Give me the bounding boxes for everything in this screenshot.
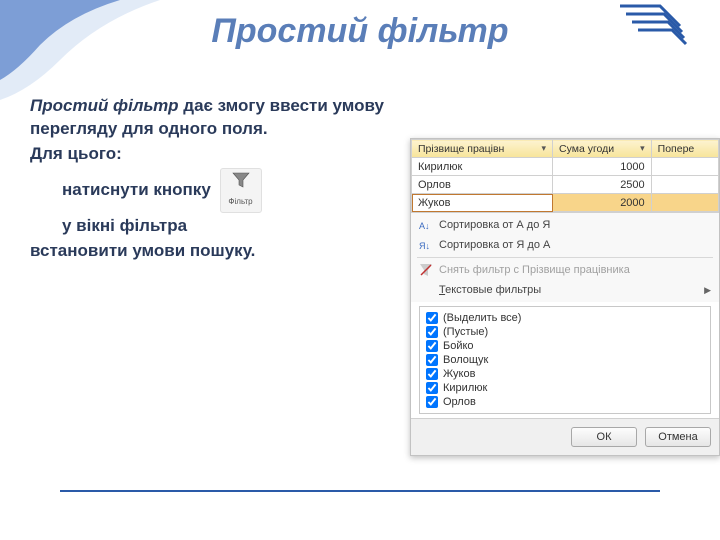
- submenu-arrow-icon: ▶: [704, 285, 711, 296]
- text-filters-label: екстовые фильтры: [445, 284, 541, 296]
- filter-button-label: Фільтр: [228, 197, 252, 206]
- table-row[interactable]: Кирилюк1000: [412, 158, 719, 176]
- svg-text:А↓: А↓: [419, 221, 430, 231]
- col-header-sum[interactable]: Сума угоди ▾: [553, 140, 652, 158]
- chevron-down-icon[interactable]: ▾: [640, 143, 645, 154]
- checkbox[interactable]: [426, 396, 438, 408]
- check-item[interactable]: Волощук: [426, 353, 704, 367]
- intro-emphasis: Простий фільтр: [30, 96, 179, 115]
- checkbox[interactable]: [426, 368, 438, 380]
- menu-separator: [417, 257, 713, 258]
- checkbox[interactable]: [426, 312, 438, 324]
- checkbox[interactable]: [426, 340, 438, 352]
- check-item[interactable]: (Пустые): [426, 325, 704, 339]
- dialog-buttons: ОК Отмена: [411, 418, 719, 455]
- check-item[interactable]: Кирилюк: [426, 381, 704, 395]
- table-row[interactable]: Жуков2000: [412, 194, 719, 212]
- col-header-prev[interactable]: Попере: [651, 140, 718, 158]
- sort-asc-icon: А↓: [419, 218, 433, 232]
- data-table: Прізвище працівн ▾ Сума угоди ▾ Попере К…: [411, 139, 719, 212]
- table-row[interactable]: Орлов2500: [412, 176, 719, 194]
- clear-filter-item: Снять фильтр с Прізвище працівника: [411, 260, 719, 280]
- chevron-down-icon[interactable]: ▾: [541, 143, 546, 154]
- sort-desc-item[interactable]: Я↓ Сортировка от Я до А: [411, 235, 719, 255]
- check-item[interactable]: Бойко: [426, 339, 704, 353]
- funnel-icon: [232, 172, 250, 188]
- slide-body: Простий фільтр дає змогу ввести умову пе…: [30, 95, 420, 265]
- filter-menu: А↓ Сортировка от А до Я Я↓ Сортировка от…: [411, 212, 719, 302]
- check-item[interactable]: Орлов: [426, 395, 704, 409]
- access-filter-panel: Прізвище працівн ▾ Сума угоди ▾ Попере К…: [410, 138, 720, 456]
- checkbox[interactable]: [426, 354, 438, 366]
- text-filters-item[interactable]: Текстовые фильтры ▶: [411, 280, 719, 300]
- footer-rule: [60, 490, 660, 492]
- filter-button[interactable]: Фільтр: [220, 168, 262, 213]
- step-window: у вікні фільтра: [30, 215, 420, 238]
- sort-asc-item[interactable]: А↓ Сортировка от А до Я: [411, 215, 719, 235]
- filter-values-list: (Выделить все) (Пустые) Бойко Волощук Жу…: [419, 306, 711, 414]
- step-press: натиснути кнопку: [62, 180, 211, 199]
- sort-desc-icon: Я↓: [419, 238, 433, 252]
- step-intro: Для цього:: [30, 143, 420, 166]
- svg-text:Я↓: Я↓: [419, 241, 430, 251]
- col-header-name[interactable]: Прізвище працівн ▾: [412, 140, 553, 158]
- ok-button[interactable]: ОК: [571, 427, 637, 447]
- check-item[interactable]: (Выделить все): [426, 311, 704, 325]
- checkbox[interactable]: [426, 382, 438, 394]
- step-conditions: встановити умови пошуку.: [30, 240, 420, 263]
- check-item[interactable]: Жуков: [426, 367, 704, 381]
- checkbox[interactable]: [426, 326, 438, 338]
- cancel-button[interactable]: Отмена: [645, 427, 711, 447]
- clear-filter-icon: [419, 263, 433, 277]
- slide-title: Простий фільтр: [0, 0, 720, 51]
